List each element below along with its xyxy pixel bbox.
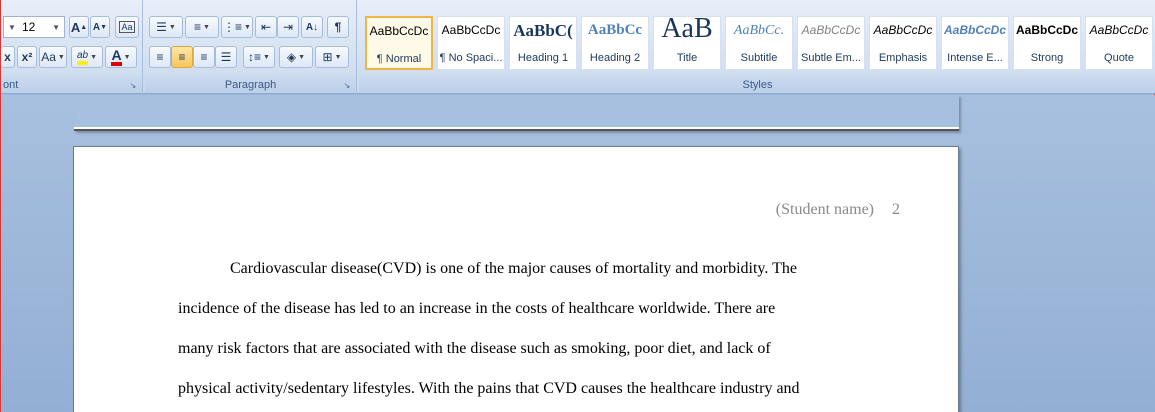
justify-icon: ☰ xyxy=(220,50,232,64)
style-heading-2[interactable]: AaBbCc Heading 2 xyxy=(581,16,649,70)
shrink-font-button[interactable]: A ▼ xyxy=(90,16,110,38)
line-spacing-button[interactable]: ↕≡ ▼ xyxy=(243,46,275,68)
show-formatting-button[interactable]: ¶ xyxy=(327,16,349,38)
subscript-button[interactable]: x xyxy=(1,46,15,68)
font-size-dropdown-icon[interactable]: ▼ xyxy=(52,23,60,32)
style-emphasis[interactable]: AaBbCcDc Emphasis xyxy=(869,16,937,70)
align-left-icon: ≡ xyxy=(156,50,164,64)
body-line: many risk factors that are associated wi… xyxy=(178,340,771,357)
styles-group-label: Styles xyxy=(359,77,1155,93)
multilevel-list-button[interactable]: ⋮≡ ▼ xyxy=(221,16,253,38)
clear-formatting-button[interactable]: Aa xyxy=(115,16,139,38)
numbering-icon: ≡ xyxy=(194,20,202,34)
increase-indent-button[interactable]: ⇥ xyxy=(277,16,299,38)
paragraph-group: ☰ ▼ ≡ ▼ ⋮≡ ▼ ⇤ ⇥ A↓ ¶ ≡ ≡ ≡ ☰ ↕≡ ▼ ◈ ▼ ⊞… xyxy=(145,0,357,94)
style-strong[interactable]: AaBbCcDc Strong xyxy=(1013,16,1081,70)
line-spacing-icon: ↕≡ xyxy=(248,50,262,64)
clear-formatting-icon: Aa xyxy=(119,21,135,33)
style-normal[interactable]: AaBbCcDc ¶ Normal xyxy=(365,16,433,70)
grow-font-button[interactable]: A ▲ xyxy=(69,16,89,38)
header-student-name: (Student name) xyxy=(775,201,874,218)
style-intense-emphasis[interactable]: AaBbCcDc Intense E... xyxy=(941,16,1009,70)
justify-button[interactable]: ☰ xyxy=(215,46,237,68)
style-title[interactable]: AaB Title xyxy=(653,16,721,70)
sort-button[interactable]: A↓ xyxy=(301,16,323,38)
highlight-button[interactable]: ab ▼ xyxy=(71,46,103,68)
style-subtle-emphasis[interactable]: AaBbCcDc Subtle Em... xyxy=(797,16,865,70)
font-color-button[interactable]: A ▼ xyxy=(105,46,137,68)
pilcrow-icon: ¶ xyxy=(334,20,342,34)
body-line: Cardiovascular disease(CVD) is one of th… xyxy=(230,260,797,277)
font-name-dropdown-icon[interactable]: ▼ xyxy=(8,23,16,32)
style-subtitle[interactable]: AaBbCc. Subtitle xyxy=(725,16,793,70)
styles-group: AaBbCcDc ¶ Normal AaBbCcDc ¶ No Spaci...… xyxy=(359,0,1155,94)
page-header: (Student name) 2 xyxy=(758,201,900,219)
align-right-icon: ≡ xyxy=(200,50,208,64)
body-line: physical activity/sedentary lifestyles. … xyxy=(178,380,800,397)
style-no-spacing[interactable]: AaBbCcDc ¶ No Spaci... xyxy=(437,16,505,70)
font-color-icon: A xyxy=(111,48,122,66)
increase-indent-icon: ⇥ xyxy=(282,20,294,34)
ribbon: ▼ 12 ▼ A ▲ A ▼ Aa x x² Aa ▼ ab ▼ A ▼ ont ↘ xyxy=(1,0,1155,94)
highlight-icon: ab xyxy=(76,50,89,65)
document-body[interactable]: Cardiovascular disease(CVD) is one of th… xyxy=(178,249,868,409)
style-heading-1[interactable]: AaBbC( Heading 1 xyxy=(509,16,577,70)
paragraph-group-label: Paragraph xyxy=(145,77,356,93)
body-line: incidence of the disease has led to an i… xyxy=(178,300,776,317)
font-size-box[interactable]: ▼ 12 ▼ xyxy=(3,16,65,38)
document-page[interactable]: (Student name) 2 Cardiovascular disease(C… xyxy=(73,146,959,412)
font-size-value: 12 xyxy=(22,20,36,34)
shading-button[interactable]: ◈ ▼ xyxy=(279,46,313,68)
sort-icon: A↓ xyxy=(305,21,319,33)
change-case-button[interactable]: Aa ▼ xyxy=(39,46,67,68)
header-page-number: 2 xyxy=(892,201,900,218)
numbering-button[interactable]: ≡ ▼ xyxy=(185,16,219,38)
decrease-indent-button[interactable]: ⇤ xyxy=(255,16,277,38)
align-left-button[interactable]: ≡ xyxy=(149,46,171,68)
borders-icon: ⊞ xyxy=(322,50,333,64)
multilevel-list-icon: ⋮≡ xyxy=(223,20,243,34)
align-right-button[interactable]: ≡ xyxy=(193,46,215,68)
align-center-button[interactable]: ≡ xyxy=(171,46,193,68)
decrease-indent-icon: ⇤ xyxy=(260,20,272,34)
borders-button[interactable]: ⊞ ▼ xyxy=(315,46,349,68)
paragraph-dialog-launcher-icon[interactable]: ↘ xyxy=(342,81,352,91)
align-center-icon: ≡ xyxy=(178,50,186,64)
style-quote[interactable]: AaBbCcDc Quote xyxy=(1085,16,1153,70)
font-group-label: ont xyxy=(1,77,142,93)
superscript-button[interactable]: x² xyxy=(17,46,37,68)
font-dialog-launcher-icon[interactable]: ↘ xyxy=(128,81,138,91)
bullets-icon: ☰ xyxy=(156,20,167,34)
bullets-button[interactable]: ☰ ▼ xyxy=(149,16,183,38)
paint-bucket-icon: ◈ xyxy=(286,50,297,64)
font-group: ▼ 12 ▼ A ▲ A ▼ Aa x x² Aa ▼ ab ▼ A ▼ ont ↘ xyxy=(1,0,143,94)
